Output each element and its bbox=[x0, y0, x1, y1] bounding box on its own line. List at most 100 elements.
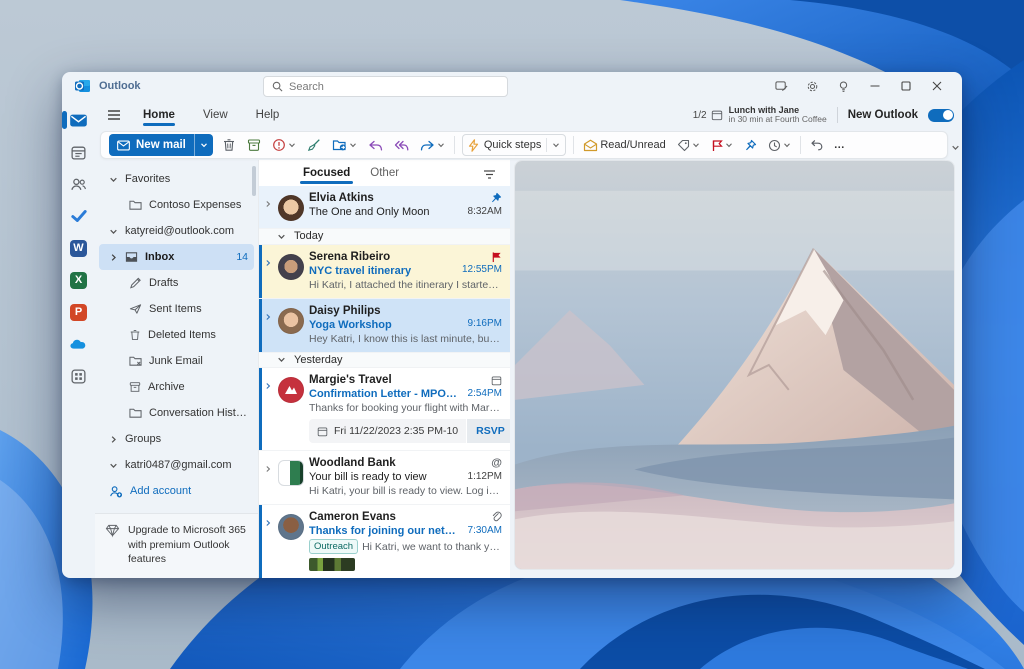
folder-inbox[interactable]: Inbox 14 bbox=[99, 244, 254, 270]
tab-other[interactable]: Other bbox=[370, 163, 399, 183]
close-button[interactable] bbox=[921, 73, 952, 99]
rail-item-todo[interactable] bbox=[64, 200, 94, 232]
sender-name: Elvia Atkins bbox=[309, 192, 374, 204]
report-button[interactable] bbox=[270, 136, 298, 154]
folder-archive[interactable]: Archive bbox=[99, 374, 254, 400]
message-row-margies-travel[interactable]: Margie's Travel Confirmation Letter - MP… bbox=[259, 368, 510, 451]
read-unread-button[interactable]: Read/Unread bbox=[581, 137, 667, 154]
sent-icon bbox=[129, 304, 142, 314]
premium-diamond-icon bbox=[105, 525, 120, 538]
message-row-serena[interactable]: Serena Ribeiro NYC travel itinerary 12:5… bbox=[259, 244, 510, 299]
message-row-woodland-bank[interactable]: Woodland Bank @ Your bill is ready to vi… bbox=[259, 451, 510, 505]
add-account-button[interactable]: Add account bbox=[99, 478, 254, 504]
title-bar[interactable]: Outlook bbox=[62, 72, 962, 100]
snooze-button[interactable] bbox=[766, 137, 793, 154]
categorize-button[interactable] bbox=[675, 137, 702, 154]
folder-label: Groups bbox=[125, 433, 162, 445]
flag-button[interactable] bbox=[709, 137, 735, 154]
folder-conversation-history[interactable]: Conversation History bbox=[99, 400, 254, 426]
quick-steps-button[interactable]: Quick steps bbox=[461, 134, 567, 156]
minimize-button[interactable] bbox=[859, 73, 890, 99]
unread-indicator bbox=[259, 298, 262, 352]
add-account-icon bbox=[110, 485, 123, 497]
tab-home[interactable]: Home bbox=[131, 105, 187, 126]
rail-item-mail[interactable] bbox=[62, 104, 94, 136]
rail-item-excel[interactable]: X bbox=[64, 264, 94, 296]
tab-view[interactable]: View bbox=[191, 105, 240, 125]
rail-item-onedrive[interactable] bbox=[64, 328, 94, 360]
people-icon bbox=[71, 178, 86, 190]
reminder-calendar-icon bbox=[711, 110, 722, 121]
apps-grid-icon bbox=[71, 368, 86, 384]
expand-chevron-icon[interactable] bbox=[263, 305, 273, 345]
folder-contoso-expenses[interactable]: Contoso Expenses bbox=[99, 192, 254, 218]
new-mail-button[interactable]: New mail bbox=[109, 134, 213, 156]
tab-focused[interactable]: Focused bbox=[299, 163, 354, 184]
search-box[interactable] bbox=[263, 76, 508, 97]
expand-chevron-icon[interactable] bbox=[263, 251, 273, 291]
message-row-elvia[interactable]: Elvia Atkins The One and Only Moon 8:32A… bbox=[259, 186, 510, 229]
quick-steps-label: Quick steps bbox=[483, 139, 542, 151]
expand-chevron-icon[interactable] bbox=[263, 374, 273, 443]
avatar bbox=[278, 195, 304, 221]
rail-item-word[interactable]: W bbox=[64, 232, 94, 264]
flag-icon bbox=[712, 139, 723, 151]
folder-pane-scrollbar[interactable] bbox=[252, 166, 256, 196]
message-row-daisy[interactable]: Daisy Philips Yoga Workshop 9:16PM Hey K… bbox=[259, 298, 510, 353]
attachment-thumbnail[interactable] bbox=[309, 558, 355, 571]
event-summary: Fri 11/22/2023 2:35 PM-10 bbox=[309, 419, 467, 443]
chevron-right-icon bbox=[111, 253, 116, 261]
maximize-button[interactable] bbox=[890, 73, 921, 99]
sweep-button[interactable] bbox=[305, 136, 323, 154]
nav-toggle-button[interactable] bbox=[101, 103, 127, 127]
tips-button[interactable] bbox=[828, 73, 859, 99]
folder-deleted-items[interactable]: Deleted Items bbox=[99, 322, 254, 348]
archive-button[interactable] bbox=[245, 136, 263, 154]
rail-item-people[interactable] bbox=[64, 168, 94, 200]
reply-button[interactable] bbox=[366, 137, 385, 154]
account-katyreid-header[interactable]: katyreid@outlook.com bbox=[99, 218, 254, 244]
folder-drafts[interactable]: Drafts bbox=[99, 270, 254, 296]
search-input[interactable] bbox=[289, 80, 499, 93]
tab-help[interactable]: Help bbox=[244, 105, 292, 125]
received-time: 12:55PM bbox=[461, 264, 502, 275]
expand-chevron-icon[interactable] bbox=[263, 457, 273, 497]
group-header-yesterday[interactable]: Yesterday bbox=[259, 352, 510, 368]
move-to-button[interactable] bbox=[330, 136, 359, 154]
forward-button[interactable] bbox=[418, 137, 447, 154]
settings-button[interactable] bbox=[797, 73, 828, 99]
group-header-today[interactable]: Today bbox=[259, 229, 510, 245]
received-time: 1:12PM bbox=[467, 470, 502, 482]
filter-button[interactable] bbox=[483, 167, 496, 185]
unread-count-badge: 14 bbox=[236, 251, 248, 263]
rsvp-button[interactable]: RSVP bbox=[467, 419, 510, 443]
new-outlook-toggle[interactable] bbox=[928, 108, 954, 122]
undo-button[interactable] bbox=[808, 137, 825, 153]
rail-item-calendar[interactable] bbox=[64, 136, 94, 168]
more-options-button[interactable]: … bbox=[832, 137, 848, 153]
pin-button[interactable] bbox=[742, 137, 759, 154]
reply-all-button[interactable] bbox=[392, 137, 411, 154]
expand-chevron-icon[interactable] bbox=[263, 192, 273, 221]
trash-icon bbox=[130, 330, 140, 340]
new-mail-dropdown[interactable] bbox=[193, 134, 213, 156]
account-gmail-header[interactable]: katri0487@gmail.com bbox=[99, 452, 254, 478]
category-tag[interactable]: Outreach bbox=[309, 539, 359, 554]
reminder-toast[interactable]: Lunch with Jane in 30 min at Fourth Coff… bbox=[729, 105, 827, 125]
upgrade-banner[interactable]: Upgrade to Microsoft 365 with premium Ou… bbox=[95, 513, 258, 578]
delete-button[interactable] bbox=[220, 136, 238, 154]
excel-icon: X bbox=[70, 271, 87, 289]
folder-groups-header[interactable]: Groups bbox=[99, 426, 254, 452]
collapse-ribbon-button[interactable] bbox=[951, 139, 960, 157]
rail-item-powerpoint[interactable]: P bbox=[64, 296, 94, 328]
folder-sent-items[interactable]: Sent Items bbox=[99, 296, 254, 322]
outlook-window: Outlook Search W X P Home View Help 1/2 … bbox=[62, 72, 962, 578]
sender-name: Daisy Philips bbox=[309, 304, 381, 317]
folder-favorites-header[interactable]: Favorites bbox=[99, 166, 254, 192]
feedback-button[interactable] bbox=[766, 73, 797, 99]
divider bbox=[799, 136, 801, 154]
expand-chevron-icon[interactable] bbox=[263, 511, 273, 571]
folder-junk-email[interactable]: Junk Email bbox=[99, 348, 254, 374]
message-row-cameron[interactable]: Cameron Evans Thanks for joining our net… bbox=[259, 505, 510, 578]
rail-item-apps[interactable] bbox=[64, 360, 94, 392]
